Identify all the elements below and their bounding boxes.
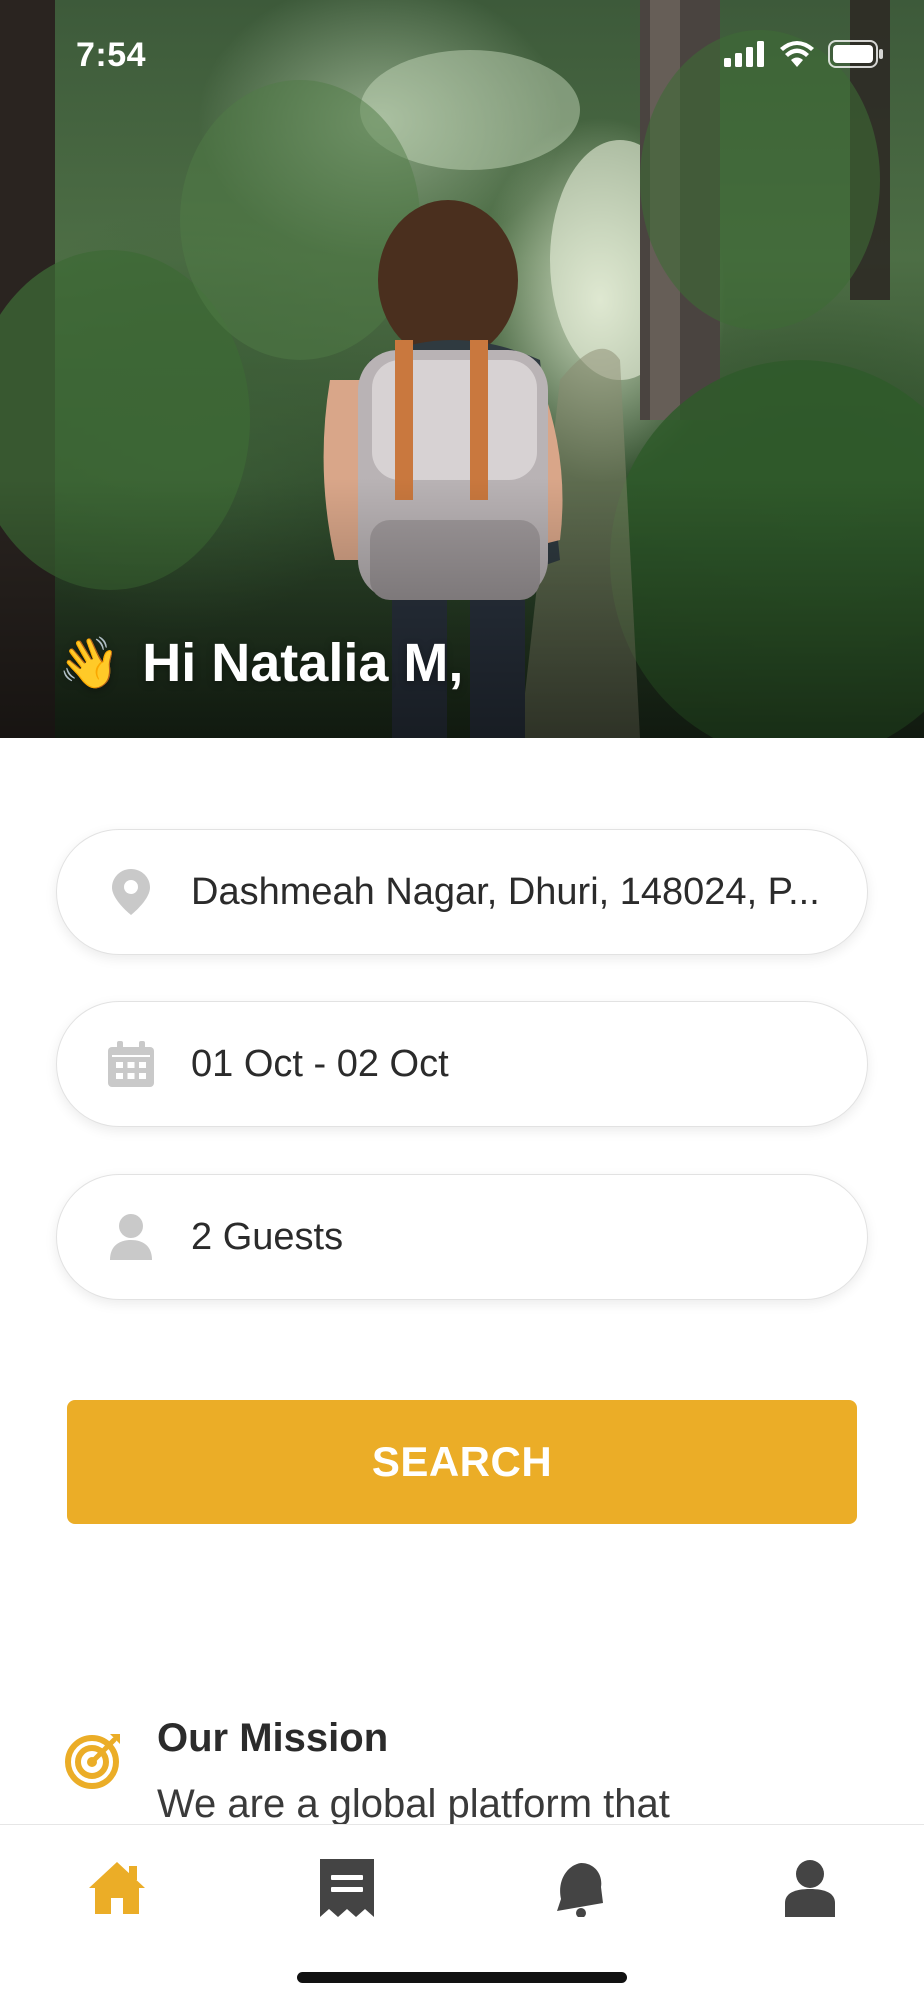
- location-pin-icon: [101, 862, 161, 922]
- guests-value: 2 Guests: [191, 1215, 344, 1258]
- person-icon: [101, 1207, 161, 1267]
- guests-field[interactable]: 2 Guests: [56, 1174, 868, 1300]
- signal-icon: [724, 41, 766, 72]
- home-screen: 7:54 👋 Hi Natalia M, Dashmeah Nagar, Dhu…: [0, 0, 924, 2000]
- battery-icon: [828, 40, 884, 73]
- greeting: 👋 Hi Natalia M,: [58, 632, 463, 694]
- location-value: Dashmeah Nagar, Dhuri, 148024, P...: [191, 870, 820, 913]
- bottom-tab-bar: [0, 1824, 924, 2000]
- tab-home[interactable]: [82, 1855, 152, 1925]
- mission-title: Our Mission: [157, 1716, 389, 1760]
- waving-hand-emoji: 👋: [58, 635, 121, 691]
- tab-notifications[interactable]: [545, 1855, 615, 1925]
- bell-icon: [551, 1859, 609, 1922]
- home-indicator: [297, 1972, 627, 1983]
- status-icons: [724, 40, 884, 73]
- hero-shade: [0, 478, 924, 738]
- status-time: 7:54: [76, 36, 147, 74]
- target-icon: [64, 1730, 124, 1790]
- location-field[interactable]: Dashmeah Nagar, Dhuri, 148024, P...: [56, 829, 868, 955]
- tab-profile[interactable]: [775, 1855, 845, 1925]
- wifi-icon: [780, 41, 814, 72]
- search-button[interactable]: SEARCH: [67, 1400, 857, 1524]
- date-range-field[interactable]: 01 Oct - 02 Oct: [56, 1001, 868, 1127]
- greeting-text: Hi Natalia M,: [142, 633, 464, 693]
- user-icon: [785, 1859, 835, 1922]
- calendar-icon: [101, 1034, 161, 1094]
- date-range-value: 01 Oct - 02 Oct: [191, 1042, 449, 1085]
- hero-image: 7:54 👋 Hi Natalia M,: [0, 0, 924, 738]
- mission-text: We are a global platform that: [157, 1782, 670, 1826]
- receipt-icon: [320, 1858, 374, 1922]
- tab-bookings[interactable]: [312, 1855, 382, 1925]
- home-icon: [87, 1860, 147, 1921]
